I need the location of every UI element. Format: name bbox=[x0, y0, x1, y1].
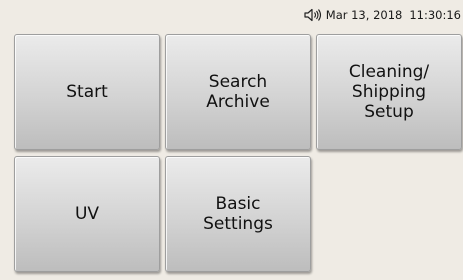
start-button-label: Start bbox=[66, 82, 108, 102]
status-bar: Mar 13, 2018 11:30:16 bbox=[0, 0, 463, 30]
uv-button[interactable]: UV bbox=[14, 156, 160, 272]
status-date: Mar 13, 2018 bbox=[325, 8, 403, 22]
basic-settings-button[interactable]: Basic Settings bbox=[165, 156, 311, 272]
status-info: Mar 13, 2018 11:30:16 bbox=[304, 8, 461, 22]
basic-settings-button-label: Basic Settings bbox=[203, 194, 273, 234]
search-archive-button-label: Search Archive bbox=[206, 72, 270, 112]
cleaning-shipping-setup-button-label: Cleaning/ Shipping Setup bbox=[348, 62, 430, 122]
search-archive-button[interactable]: Search Archive bbox=[165, 34, 311, 150]
speaker-icon[interactable] bbox=[304, 8, 324, 22]
uv-button-label: UV bbox=[74, 204, 100, 224]
empty-tile-slot bbox=[316, 156, 462, 272]
cleaning-shipping-setup-button[interactable]: Cleaning/ Shipping Setup bbox=[316, 34, 462, 150]
status-time: 11:30:16 bbox=[409, 8, 461, 22]
start-button[interactable]: Start bbox=[14, 34, 160, 150]
